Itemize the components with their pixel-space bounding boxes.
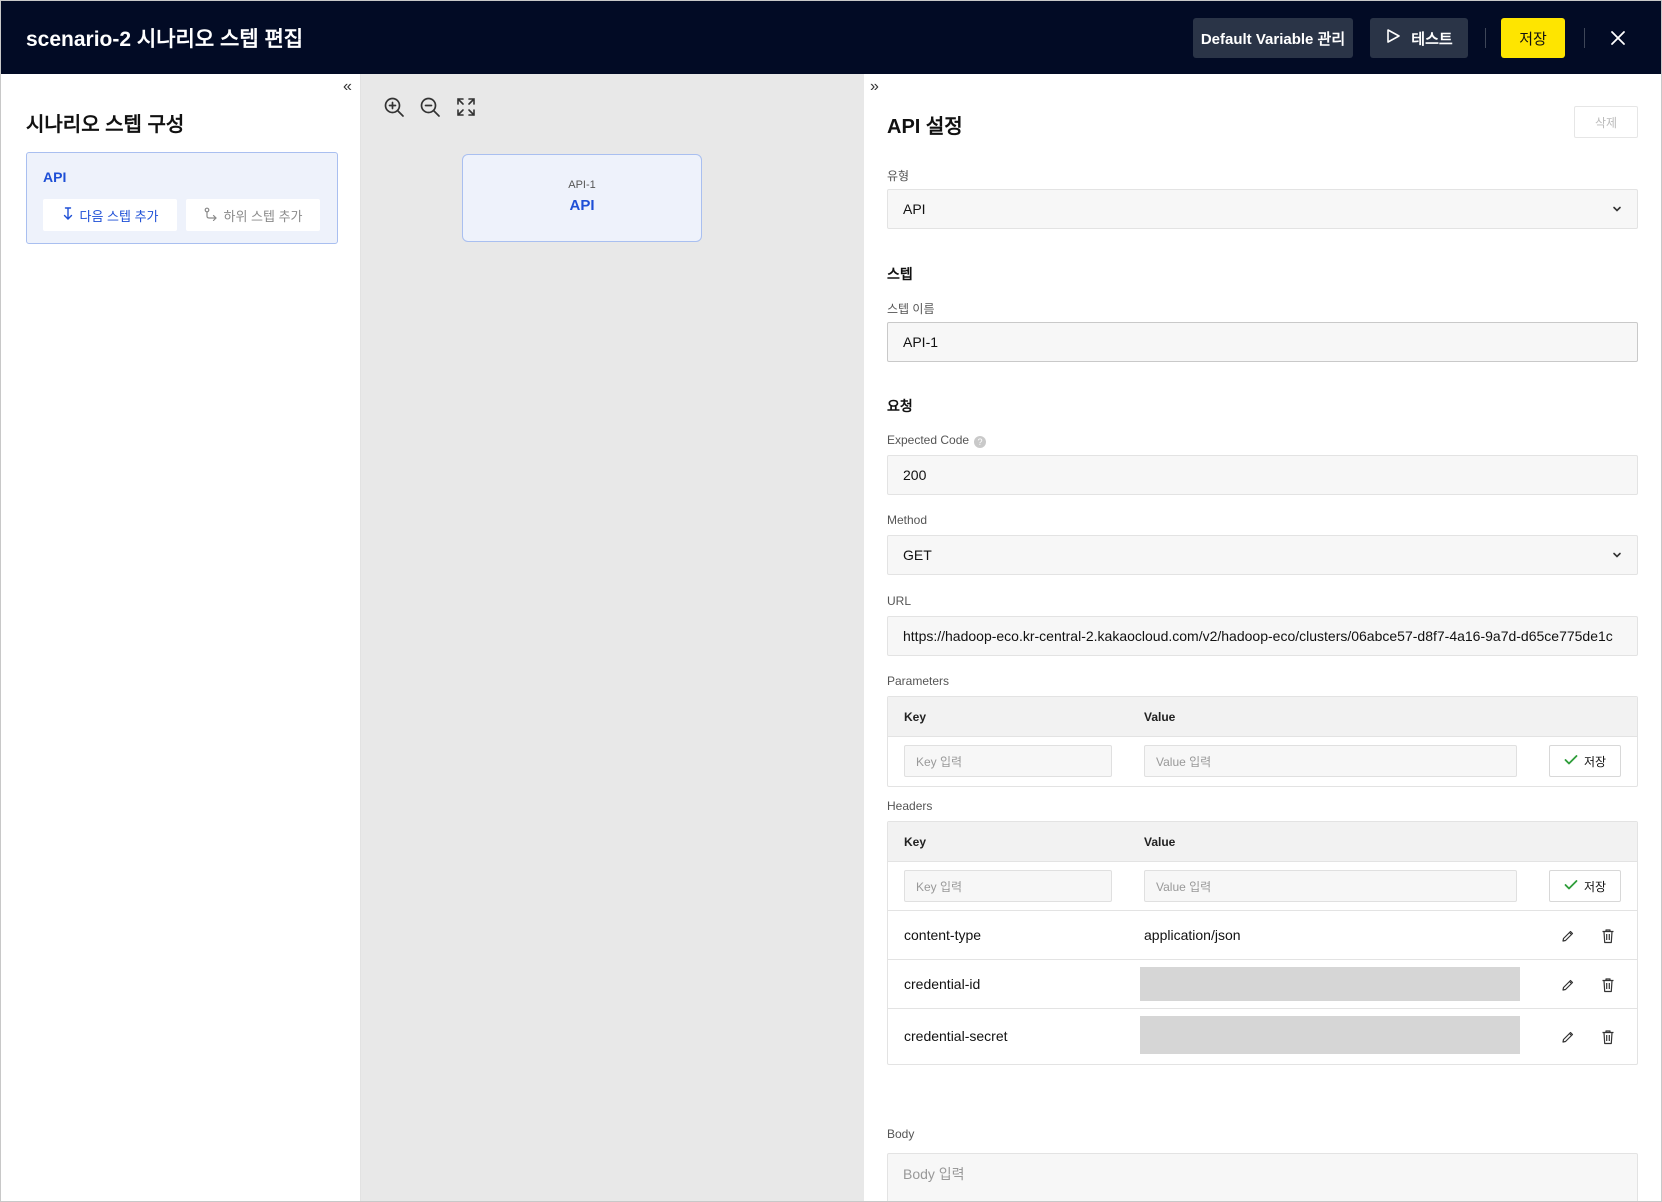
parameter-key-input[interactable]: Key 입력 <box>904 745 1112 777</box>
value-column-header: Value <box>1144 710 1176 724</box>
expected-code-input[interactable]: 200 <box>887 455 1638 495</box>
divider <box>1584 28 1585 48</box>
key-column-header: Key <box>904 835 927 849</box>
trash-icon[interactable] <box>1599 927 1617 945</box>
headers-table: Key Value Key 입력 Value 입력 저장 content-typ… <box>887 821 1638 1065</box>
table-row: content-type application/json <box>888 911 1637 960</box>
table-row: credential-secret <box>888 1009 1637 1064</box>
add-child-step-button[interactable]: 하위 스텝 추가 <box>186 199 320 231</box>
method-value: GET <box>903 547 932 563</box>
value-column-header: Value <box>1144 835 1176 849</box>
method-label: Method <box>887 513 928 527</box>
body-textarea[interactable]: Body 입력 <box>887 1153 1638 1201</box>
api-step-node[interactable]: API-1 API <box>462 154 702 242</box>
fit-screen-icon[interactable] <box>455 96 477 118</box>
step-name-value: API-1 <box>903 334 939 350</box>
header-key: credential-id <box>904 976 981 992</box>
help-icon[interactable]: ? <box>974 436 987 448</box>
trash-icon[interactable] <box>1599 1028 1617 1046</box>
type-select[interactable]: API <box>887 189 1638 229</box>
chevron-down-icon <box>1611 202 1623 218</box>
url-label: URL <box>887 594 912 608</box>
parameters-label: Parameters <box>887 674 950 688</box>
node-type: API <box>569 197 595 214</box>
flow-canvas[interactable]: API-1 API <box>361 74 864 1201</box>
expected-code-label: Expected Code? <box>887 433 987 448</box>
header-save-button[interactable]: 저장 <box>1549 870 1621 902</box>
type-value: API <box>903 201 926 217</box>
body-label: Body <box>887 1127 915 1141</box>
step-section-title: 스텝 <box>887 266 913 282</box>
header-value: application/json <box>1144 927 1241 943</box>
header-value-input[interactable]: Value 입력 <box>1144 870 1517 902</box>
pencil-icon[interactable] <box>1559 1028 1577 1046</box>
expand-panel-button[interactable]: » <box>870 78 879 96</box>
zoom-toolbar <box>383 96 477 118</box>
check-icon <box>1564 754 1578 769</box>
check-icon <box>1564 879 1578 894</box>
type-label: 유형 <box>887 169 910 183</box>
step-name-label: 스텝 이름 <box>887 302 935 316</box>
add-next-step-button[interactable]: 다음 스텝 추가 <box>43 199 177 231</box>
step-structure-panel: « 시나리오 스텝 구성 API 다음 스텝 추가 하위 스텝 추가 <box>1 74 361 1201</box>
save-label: 저장 <box>1519 30 1547 48</box>
table-header: Key Value <box>888 822 1637 862</box>
api-settings-title: API 설정 <box>887 116 963 138</box>
add-next-step-label: 다음 스텝 추가 <box>79 208 159 224</box>
method-select[interactable]: GET <box>887 535 1638 575</box>
step-name-input[interactable]: API-1 <box>887 322 1638 362</box>
table-input-row: Key 입력 Value 입력 저장 <box>888 737 1637 786</box>
trash-icon[interactable] <box>1599 976 1617 994</box>
delete-button[interactable]: 삭제 <box>1574 106 1638 138</box>
step-card-name: API <box>43 169 67 185</box>
request-section-title: 요청 <box>887 398 913 414</box>
expected-code-value: 200 <box>903 467 927 483</box>
parameters-table: Key Value Key 입력 Value 입력 저장 <box>887 696 1638 787</box>
pencil-icon[interactable] <box>1559 976 1577 994</box>
top-bar: scenario-2 시나리오 스텝 편집 Default Variable 관… <box>1 1 1661 74</box>
page-title: scenario-2 시나리오 스텝 편집 <box>26 28 304 51</box>
expected-code-label-text: Expected Code <box>887 433 970 447</box>
url-value: https://hadoop-eco.kr-central-2.kakaoclo… <box>903 628 1613 644</box>
collapse-panel-button[interactable]: « <box>343 78 352 96</box>
table-header: Key Value <box>888 697 1637 737</box>
masked-value <box>1140 1016 1520 1054</box>
parameter-value-input[interactable]: Value 입력 <box>1144 745 1517 777</box>
divider <box>1485 28 1486 48</box>
test-label: 테스트 <box>1411 30 1453 48</box>
play-icon <box>1385 28 1401 48</box>
parameter-save-button[interactable]: 저장 <box>1549 745 1621 777</box>
parameter-save-label: 저장 <box>1583 754 1607 769</box>
headers-label: Headers <box>887 799 933 813</box>
url-input[interactable]: https://hadoop-eco.kr-central-2.kakaoclo… <box>887 616 1638 656</box>
default-variable-button[interactable]: Default Variable 관리 <box>1193 18 1353 58</box>
chevron-down-icon <box>1611 548 1623 564</box>
header-key-input[interactable]: Key 입력 <box>904 870 1112 902</box>
key-column-header: Key <box>904 710 927 724</box>
header-save-label: 저장 <box>1583 879 1607 894</box>
scenario-step-editor: scenario-2 시나리오 스텝 편집 Default Variable 관… <box>0 0 1662 1202</box>
table-input-row: Key 입력 Value 입력 저장 <box>888 862 1637 911</box>
api-settings-panel: » API 설정 삭제 유형 API 스텝 스텝 이름 API-1 요청 Exp… <box>864 74 1661 1201</box>
header-key: credential-secret <box>904 1028 1008 1044</box>
step-card[interactable]: API 다음 스텝 추가 하위 스텝 추가 <box>26 152 338 244</box>
step-structure-title: 시나리오 스텝 구성 <box>26 114 185 136</box>
masked-value <box>1140 967 1520 1001</box>
table-row: credential-id <box>888 960 1637 1009</box>
header-key: content-type <box>904 927 982 943</box>
zoom-in-icon[interactable] <box>383 96 405 118</box>
default-variable-label: Default Variable 관리 <box>1200 30 1346 48</box>
node-step-name: API-1 <box>568 179 596 191</box>
save-button[interactable]: 저장 <box>1501 18 1565 58</box>
arrow-down-icon <box>62 206 74 224</box>
pencil-icon[interactable] <box>1559 927 1577 945</box>
branch-icon <box>204 207 218 224</box>
add-child-step-label: 하위 스텝 추가 <box>223 208 303 224</box>
test-button[interactable]: 테스트 <box>1370 18 1468 58</box>
zoom-out-icon[interactable] <box>419 96 441 118</box>
close-icon[interactable] <box>1605 25 1631 51</box>
